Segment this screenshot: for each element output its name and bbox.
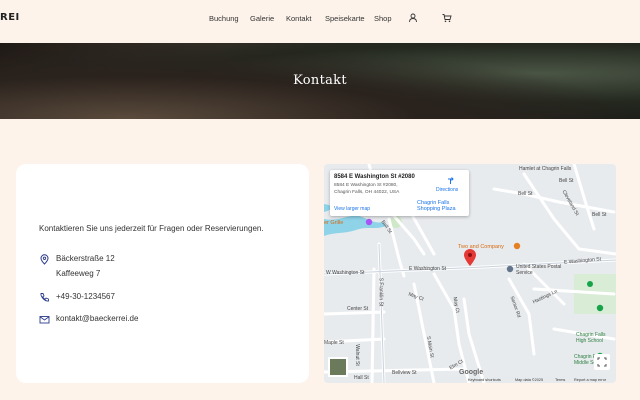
map-footer: Keyboard shortcuts Map data ©2025 Terms … [324,375,616,383]
map-label-bell-st-right: Bell St [559,178,574,184]
directions-icon[interactable] [446,176,455,185]
map-label-e-washington: E Washington St [409,266,447,272]
map-label-w-washington: W Washington St [326,270,365,276]
info-address-line-2: Chagrin Falls, OH 44022, USA [334,190,400,195]
address-line-1: Bäckerstraße 12 [56,254,115,263]
phone-icon [40,293,49,302]
directions-button[interactable]: Directions [436,187,458,193]
keyboard-shortcuts-link[interactable]: Keyboard shortcuts [468,378,501,382]
map-label-shopping-plaza: Chagrin Falls Shopping Plaza [417,200,456,212]
map-label-walnut-st: Walnut St [353,344,360,366]
map-data-text: Map data ©2025 [515,378,544,382]
map-label-hamlet: Hamlet at Chagrin Falls [519,166,572,172]
hero-banner: Kontakt [0,43,640,119]
email-address[interactable]: kontakt@baeckerrei.de [56,314,138,323]
info-address-line-1: 8584 E Washington St #2080, [334,183,398,188]
page-title: Kontakt [293,73,347,88]
map-label-franklin-st: S Franklin St [377,277,384,307]
mail-icon [39,316,50,324]
fullscreen-button[interactable] [594,354,610,370]
phone-number[interactable]: +49-30-1234567 [56,292,115,301]
user-icon[interactable] [408,13,418,23]
fullscreen-icon [597,357,607,367]
map-layer-thumbnail[interactable] [328,357,348,377]
cart-icon[interactable] [442,13,452,23]
map-label-bell-st-far: Bell St [592,212,607,218]
nav-link-shop[interactable]: Shop [374,14,392,23]
nav-link-kontakt[interactable]: Kontakt [286,14,311,23]
contact-card: Kontaktieren Sie uns jederzeit für Frage… [16,164,309,383]
embedded-map[interactable]: 8584 E Washington St #2080 8584 E Washin… [324,164,616,383]
report-error-link[interactable]: Report a map error [574,378,606,382]
map-label-grille: er Grille [324,220,344,226]
contact-intro-text: Kontaktieren Sie uns jederzeit für Frage… [39,224,264,233]
nav-link-buchung[interactable]: Buchung [209,14,239,23]
brand-logo[interactable]: REI [0,12,20,23]
map-label-bell-st-top: Bell St [518,191,533,197]
map-pin-icon [464,249,476,266]
map-label-postal-service: United States Postal Service [516,264,562,276]
terms-link[interactable]: Terms [555,378,565,382]
map-label-chagrin-hs: Chagrin Falls High School [576,332,606,344]
map-label-maple-st: Maple St [324,340,344,346]
nav-link-speisekarte[interactable]: Speisekarte [325,14,365,23]
view-larger-map-link[interactable]: View larger map [334,206,370,212]
address-line-2: Kaffeeweg 7 [56,269,101,278]
top-navigation: REI Buchung Galerie Kontakt Speisekarte … [0,0,640,43]
info-title: 8584 E Washington St #2080 [334,174,415,180]
map-label-two-and-company: Two and Company [458,244,504,250]
nav-link-galerie[interactable]: Galerie [250,14,274,23]
location-pin-icon [40,254,49,265]
map-label-center-st: Center St [347,306,369,312]
